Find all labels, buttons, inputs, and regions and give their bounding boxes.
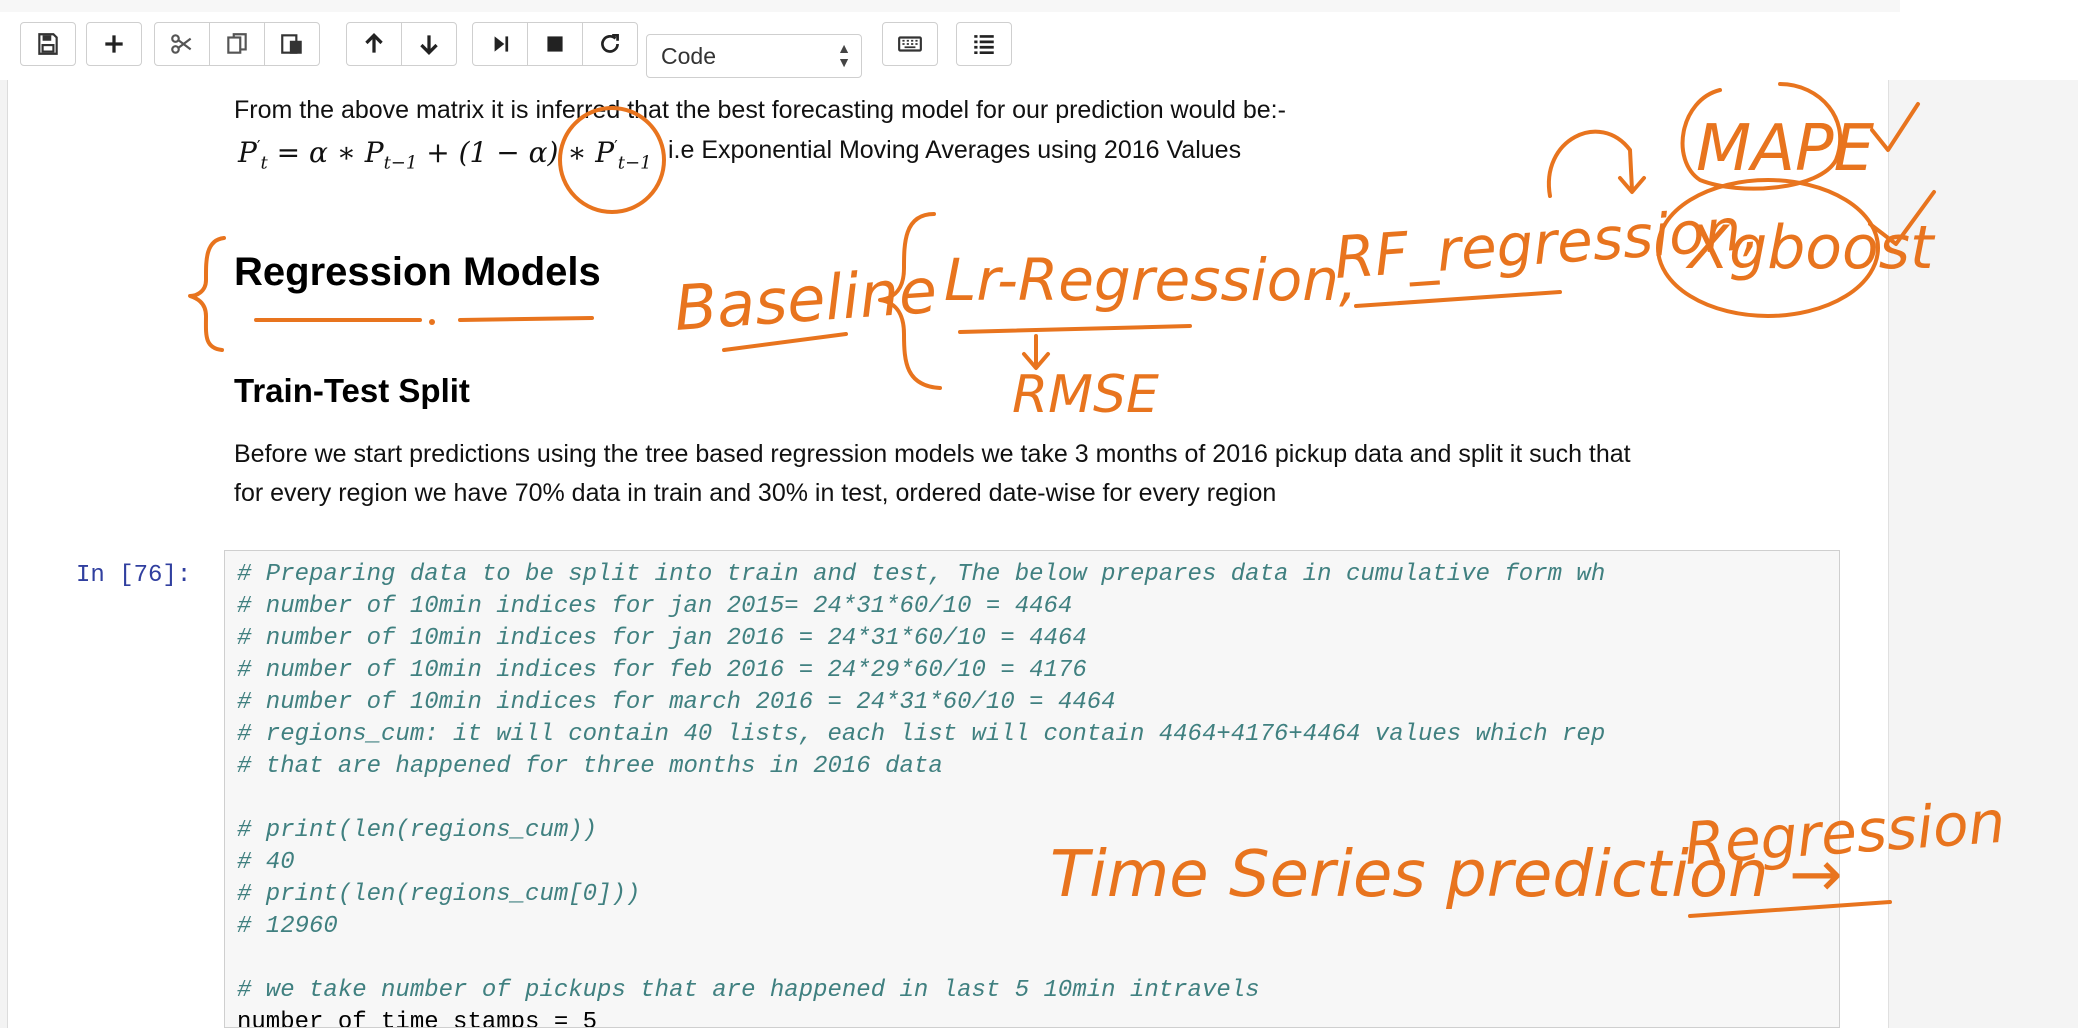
checkmark-mape	[1870, 102, 1920, 152]
annotation-lr-regression: Lr-Regression,	[944, 246, 1357, 314]
underline-mark-heading	[254, 316, 594, 322]
handwritten-annotations: Baseline Lr-Regression, RMSE RF_regressi…	[188, 82, 2007, 918]
annotation-xgboost: Xgboost	[1685, 213, 1936, 283]
annotation-baseline: Baseline	[672, 254, 939, 345]
dot-mark	[429, 319, 435, 325]
underline-mark-rf	[1354, 290, 1562, 308]
annotation-regression: Regression	[1682, 788, 2007, 878]
underline-mark-lr	[958, 324, 1192, 334]
arrow-mark-rmse	[1022, 334, 1050, 370]
brace-mark-heading	[188, 236, 226, 352]
annotation-mape: MAPE	[1696, 112, 1875, 186]
circle-mark-formula	[558, 106, 666, 214]
arrow-mark-to-xgboost	[1546, 129, 1646, 198]
annotation-rmse: RMSE	[1012, 365, 1159, 425]
